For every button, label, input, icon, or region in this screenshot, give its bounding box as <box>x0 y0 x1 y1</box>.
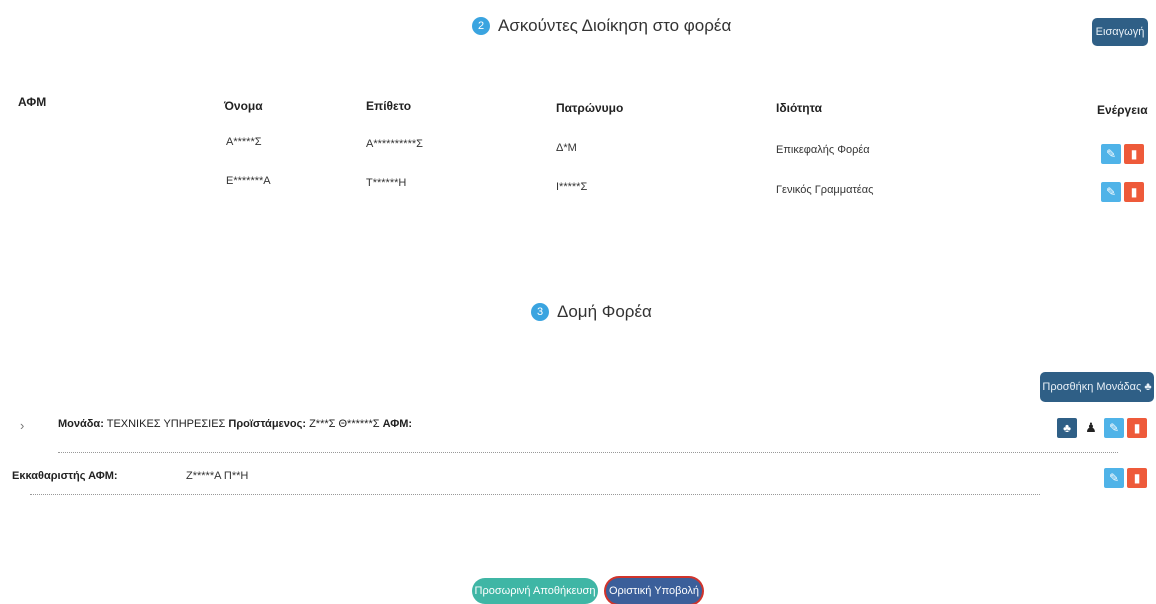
section-3-title: Δομή Φορέα <box>557 302 652 321</box>
cell-role: Επικεφαλής Φορέα <box>776 144 870 156</box>
header-father-name: Πατρώνυμο <box>556 101 624 115</box>
header-first-name: Όνομα <box>224 99 263 113</box>
unit-label: Μονάδα: <box>58 418 104 430</box>
step-badge-2: 2 <box>472 17 490 35</box>
trash-icon: ▮ <box>1133 471 1141 485</box>
add-unit-button[interactable]: Προσθήκη Μονάδας ♣ <box>1040 372 1154 402</box>
unit-afm-label: ΑΦΜ: <box>382 418 413 430</box>
hierarchy-icon: ♣ <box>1063 421 1071 435</box>
edit-icon: ✎ <box>1108 421 1120 435</box>
sub-unit-button[interactable]: ♣ <box>1057 418 1077 438</box>
delete-button[interactable]: ▮ <box>1124 144 1144 164</box>
import-button[interactable]: Εισαγωγή <box>1092 18 1148 46</box>
cell-father-name: Δ*Μ <box>556 142 577 154</box>
unit-summary: Μονάδα: ΤΕΧΝΙΚΕΣ ΥΠΗΡΕΣΙΕΣ Προϊστάμενος:… <box>58 418 412 430</box>
cell-first-name: Α*****Σ <box>226 136 262 148</box>
unit-head-name: Ζ***Σ Θ******Σ <box>309 418 380 430</box>
user-icon: ♟ <box>1085 420 1097 435</box>
edit-icon: ✎ <box>1105 185 1117 199</box>
cell-role: Γενικός Γραμματέας <box>776 184 874 196</box>
liquidator-label: Εκκαθαριστής ΑΦΜ: <box>12 470 118 482</box>
trash-icon: ▮ <box>1133 421 1141 435</box>
delete-button[interactable]: ▮ <box>1124 182 1144 202</box>
section-2-title: Ασκούντες Διοίκηση στο φορέα <box>498 16 732 35</box>
delete-unit-button[interactable]: ▮ <box>1127 418 1147 438</box>
unit-name: ΤΕΧΝΙΚΕΣ ΥΠΗΡΕΣΙΕΣ <box>106 418 226 430</box>
expand-chevron-icon[interactable]: › <box>20 418 24 433</box>
section-3-heading: 3 Δομή Φορέα <box>531 302 652 322</box>
header-role: Ιδιότητα <box>776 101 823 115</box>
cell-father-name: Ι*****Σ <box>556 181 588 193</box>
edit-button[interactable]: ✎ <box>1101 182 1121 202</box>
cell-first-name: Ε*******Α <box>226 175 271 187</box>
cell-last-name: Τ******Η <box>366 177 407 189</box>
header-afm: ΑΦΜ <box>18 95 47 109</box>
section-2-heading: 2 Ασκούντες Διοίκηση στο φορέα <box>472 16 731 36</box>
edit-icon: ✎ <box>1108 471 1120 485</box>
edit-unit-button[interactable]: ✎ <box>1104 418 1124 438</box>
header-actions: Ενέργεια <box>1097 103 1148 117</box>
liquidator-name: Ζ*****Α Π**Η <box>186 470 249 482</box>
edit-button[interactable]: ✎ <box>1101 144 1121 164</box>
trash-icon: ▮ <box>1130 147 1138 161</box>
cell-last-name: Α**********Σ <box>366 138 423 150</box>
divider <box>30 494 1040 495</box>
delete-liquidator-button[interactable]: ▮ <box>1127 468 1147 488</box>
header-last-name: Επίθετο <box>366 99 412 113</box>
assign-head-button[interactable]: ♟ <box>1081 418 1101 438</box>
final-submit-button[interactable]: Οριστική Υποβολή <box>606 578 702 604</box>
trash-icon: ▮ <box>1130 185 1138 199</box>
temporary-save-button[interactable]: Προσωρινή Αποθήκευση <box>472 578 598 604</box>
step-badge-3: 3 <box>531 303 549 321</box>
divider <box>58 452 1118 453</box>
unit-head-label: Προϊστάμενος: <box>228 418 306 430</box>
edit-liquidator-button[interactable]: ✎ <box>1104 468 1124 488</box>
edit-icon: ✎ <box>1105 147 1117 161</box>
